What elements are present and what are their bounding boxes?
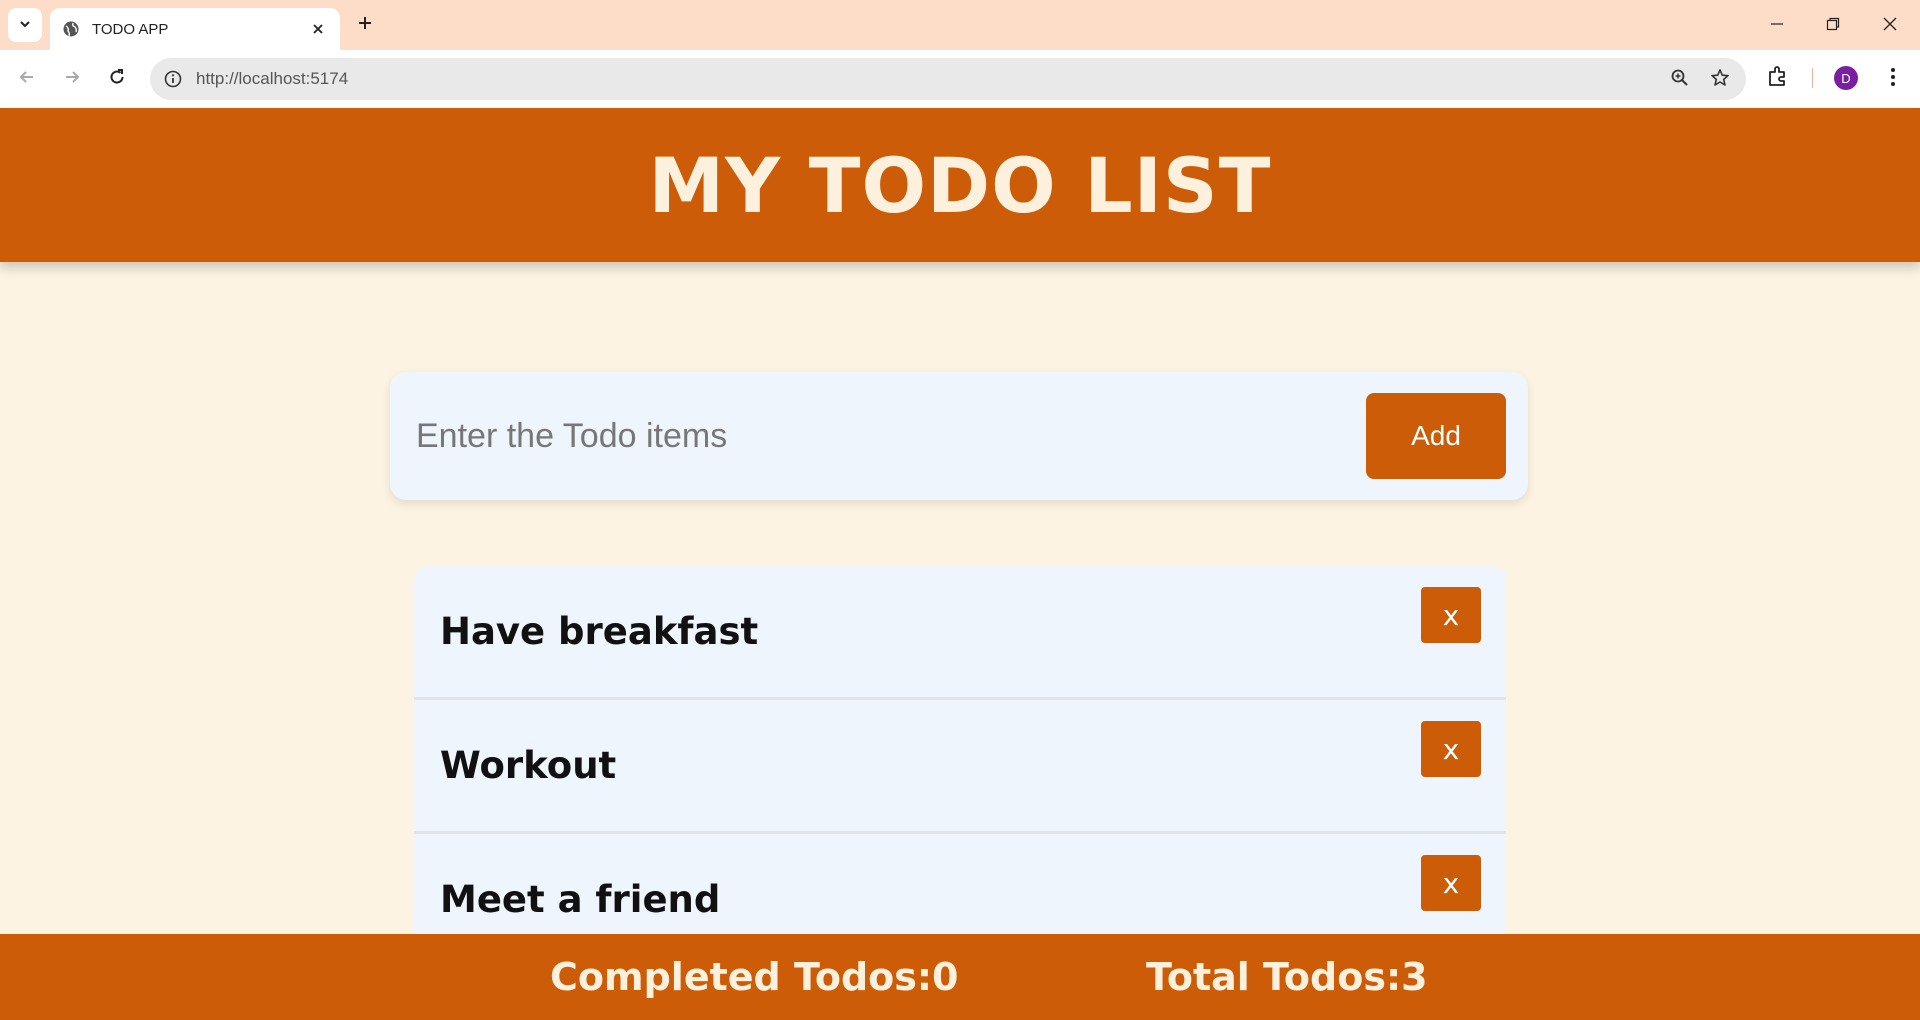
toolbar-divider — [1812, 68, 1813, 88]
chevron-down-icon — [18, 16, 32, 35]
page-title: MY TODO LIST — [648, 140, 1272, 230]
todo-item-text: Workout — [440, 744, 617, 787]
close-icon — [1883, 16, 1897, 35]
forward-button[interactable] — [57, 64, 87, 94]
tab-title: TODO APP — [92, 20, 169, 38]
address-bar[interactable]: http://localhost:5174 — [150, 58, 1746, 100]
zoom-icon[interactable] — [1670, 68, 1692, 90]
stats-footer: Completed Todos:0 Total Todos:3 — [0, 934, 1920, 1020]
profile-avatar[interactable]: D — [1834, 66, 1858, 90]
todo-item: Workout x — [414, 700, 1506, 834]
todo-list: Have breakfast x Workout x Meet a friend… — [414, 566, 1506, 968]
total-todos-count: Total Todos:3 — [1146, 955, 1428, 999]
more-menu-icon[interactable] — [1880, 64, 1906, 90]
todo-item-text: Have breakfast — [440, 610, 759, 653]
arrow-left-icon — [18, 68, 36, 90]
delete-todo-button[interactable]: x — [1421, 587, 1481, 643]
new-tab-button[interactable] — [352, 12, 378, 38]
browser-tab-active[interactable]: TODO APP — [50, 8, 340, 50]
globe-icon — [62, 20, 80, 38]
completed-todos-count: Completed Todos:0 — [550, 955, 959, 999]
delete-todo-button[interactable]: x — [1421, 721, 1481, 777]
restore-icon — [1826, 16, 1840, 35]
arrow-right-icon — [63, 68, 81, 90]
restore-button[interactable] — [1818, 10, 1848, 40]
bookmark-star-icon[interactable] — [1710, 68, 1732, 90]
back-button[interactable] — [12, 64, 42, 94]
todo-input-card: Add — [390, 372, 1528, 500]
minimize-icon — [1770, 16, 1784, 35]
extensions-icon[interactable] — [1766, 64, 1792, 90]
tab-search-button[interactable] — [8, 8, 42, 42]
browser-toolbar: http://localhost:5174 — [0, 50, 1920, 108]
browser-tab-bar: TODO APP — [0, 0, 1920, 50]
minimize-button[interactable] — [1762, 10, 1792, 40]
add-button[interactable]: Add — [1366, 393, 1506, 479]
reload-button[interactable] — [102, 64, 132, 94]
close-icon[interactable] — [308, 19, 328, 39]
app-header: MY TODO LIST — [0, 108, 1920, 262]
close-window-button[interactable] — [1875, 10, 1905, 40]
site-info-icon[interactable] — [162, 68, 184, 90]
plus-icon — [357, 15, 373, 35]
todo-input[interactable] — [416, 402, 1316, 470]
reload-icon — [108, 68, 126, 90]
todo-item: Have breakfast x — [414, 566, 1506, 700]
delete-todo-button[interactable]: x — [1421, 855, 1481, 911]
url-text[interactable]: http://localhost:5174 — [196, 69, 348, 89]
